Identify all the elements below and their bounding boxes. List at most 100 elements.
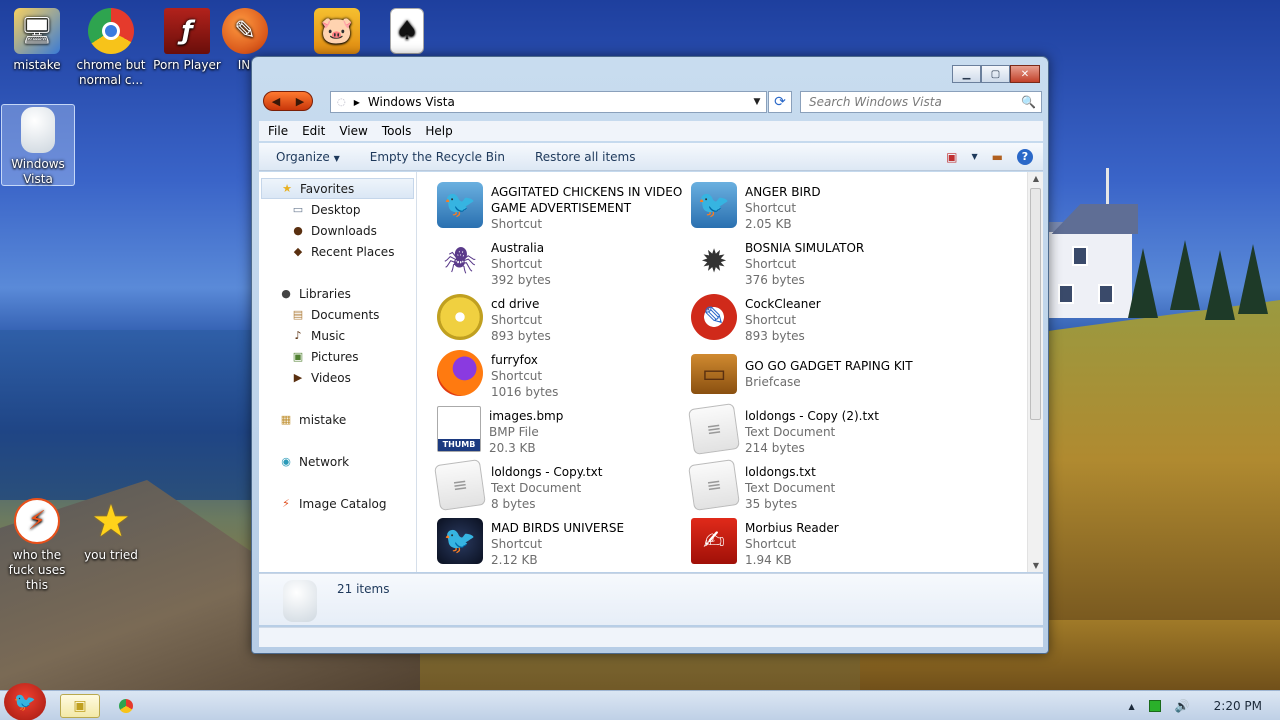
vertical-scrollbar[interactable]: ▲ ▼: [1027, 172, 1043, 572]
file-type: Shortcut: [491, 257, 543, 271]
nav-network[interactable]: ◉ Network: [259, 451, 416, 472]
taskbar: 🐦 ▣ ▲ 🔊 2:20 PM: [0, 683, 1280, 720]
list-item[interactable]: ≡ loldongs - Copy.txt Text Document 8 byte…: [434, 459, 687, 518]
refresh-button[interactable]: ⟳: [768, 91, 792, 113]
start-button[interactable]: 🐦: [4, 683, 46, 720]
breadcrumb-arrow-icon: ▶: [353, 97, 360, 107]
nav-pictures[interactable]: ▣ Pictures: [259, 346, 416, 367]
address-path: Windows Vista: [367, 95, 455, 109]
pdf-reader-icon: ✍: [691, 518, 737, 564]
menu-file[interactable]: File: [268, 124, 288, 138]
list-item[interactable]: ✎ CockCleaner Shortcut 893 bytes: [691, 294, 941, 350]
nav-videos[interactable]: ▶ Videos: [259, 367, 416, 388]
nav-buttons: ◀ ▶: [263, 91, 313, 111]
file-name: AGGITATED CHICKENS IN VIDEO GAME ADVERTI…: [491, 185, 683, 215]
show-hidden-icons-icon[interactable]: ▲: [1129, 702, 1135, 711]
menu-tools[interactable]: Tools: [382, 124, 412, 138]
file-type: Text Document: [745, 481, 836, 495]
file-name: MAD BIRDS UNIVERSE: [491, 521, 625, 535]
list-item[interactable]: 🕷 Australia Shortcut 392 bytes: [437, 238, 687, 294]
bmp-file-icon: THUMB: [437, 406, 481, 452]
menu-edit[interactable]: Edit: [302, 124, 325, 138]
list-item[interactable]: ✹ BOSNIA SIMULATOR Shortcut 376 bytes: [691, 238, 941, 294]
file-size: 1016 bytes: [491, 385, 559, 399]
scroll-up-icon[interactable]: ▲: [1028, 174, 1044, 183]
libraries-icon: ●: [281, 287, 291, 300]
nav-recent-places[interactable]: ◆ Recent Places: [259, 241, 416, 262]
desktop-icon-chrome[interactable]: chrome but normal c...: [74, 8, 148, 88]
thumb-label-icon: THUMB: [438, 439, 480, 451]
list-item[interactable]: 🐦 MAD BIRDS UNIVERSE Shortcut 2.12 KB: [437, 518, 687, 574]
firefox-icon: [437, 350, 483, 396]
restore-all-button[interactable]: Restore all items: [535, 150, 636, 164]
list-item[interactable]: THUMB images.bmp BMP File 20.3 KB: [437, 406, 687, 462]
nav-image-catalog[interactable]: ⚡ Image Catalog: [259, 493, 416, 514]
preview-pane-icon[interactable]: ▬: [992, 150, 1003, 164]
network-status-icon[interactable]: [1148, 700, 1161, 712]
taskbar-explorer[interactable]: ▣: [60, 694, 100, 718]
nav-favorites[interactable]: ★ Favorites: [261, 178, 414, 199]
chrome-icon: [119, 699, 133, 713]
desktop-icon-porn-player[interactable]: ƒ Porn Player: [150, 8, 224, 73]
list-item[interactable]: ≡ loldongs.txt Text Document 35 bytes: [688, 459, 941, 518]
angry-bird-icon: 🐦: [691, 182, 737, 228]
list-item[interactable]: 🐦 AGGITATED CHICKENS IN VIDEO GAME ADVER…: [437, 182, 687, 238]
search-box[interactable]: Search Windows Vista 🔍: [800, 91, 1042, 113]
list-item[interactable]: 🐦 ANGER BIRD Shortcut 2.05 KB: [691, 182, 941, 238]
wallpaper-house: [1048, 204, 1138, 318]
videos-icon: ▶: [293, 371, 303, 384]
file-name: GO GO GADGET RAPING KIT: [745, 359, 913, 373]
computer-folder-icon: 🖥: [14, 8, 60, 54]
desktop-icon-mistake[interactable]: 🖥 mistake: [0, 8, 74, 73]
empty-recycle-bin-button[interactable]: Empty the Recycle Bin: [370, 150, 505, 164]
file-size: 2.12 KB: [491, 553, 538, 567]
menu-help[interactable]: Help: [425, 124, 452, 138]
chrome-icon: [88, 8, 134, 54]
nav-mistake[interactable]: ▦ mistake: [259, 409, 416, 430]
menu-view[interactable]: View: [339, 124, 367, 138]
nav-desktop[interactable]: ▭ Desktop: [259, 199, 416, 220]
forward-button[interactable]: ▶: [288, 92, 312, 110]
nav-libraries[interactable]: ● Libraries: [259, 283, 416, 304]
list-item[interactable]: furryfox Shortcut 1016 bytes: [437, 350, 687, 406]
file-type: BMP File: [489, 425, 539, 439]
scroll-down-icon[interactable]: ▼: [1028, 561, 1044, 570]
status-bar: [259, 627, 1043, 647]
nav-music[interactable]: ♪ Music: [259, 325, 416, 346]
maximize-button[interactable]: ▢: [981, 65, 1010, 83]
list-item[interactable]: ▭ GO GO GADGET RAPING KIT Briefcase: [691, 350, 941, 406]
desktop-icon-you-tried[interactable]: ★ you tried: [74, 498, 148, 563]
close-button[interactable]: ✕: [1010, 65, 1040, 83]
music-icon: ♪: [294, 329, 302, 342]
organize-button[interactable]: Organize ▼: [276, 150, 340, 164]
desktop-icon-windows-vista[interactable]: Windows Vista: [1, 104, 75, 186]
list-item[interactable]: ≡ loldongs - Copy (2).txt Text Document 21…: [688, 403, 941, 462]
desktop-icon-solitaire[interactable]: ♠: [370, 8, 444, 58]
wallpaper-tree: [1205, 250, 1235, 320]
list-item[interactable]: cd drive Shortcut 893 bytes: [437, 294, 687, 350]
file-name: furryfox: [491, 353, 538, 367]
desktop-icon-pig-game[interactable]: 🐷: [300, 8, 374, 58]
star-icon: ★: [282, 182, 292, 195]
list-item[interactable]: ✍ Morbius Reader Shortcut 1.94 KB: [691, 518, 941, 574]
back-button[interactable]: ◀: [264, 92, 288, 110]
view-options-icon[interactable]: ▣: [946, 150, 957, 164]
scroll-thumb[interactable]: [1030, 188, 1041, 420]
desktop-icon-who-uses-this[interactable]: ⚡ who the fuck uses this: [0, 498, 74, 593]
image-catalog-icon: ⚡: [282, 497, 290, 510]
file-type: Shortcut: [491, 313, 543, 327]
nav-documents[interactable]: ▤ Documents: [259, 304, 416, 325]
search-input[interactable]: Search Windows Vista: [809, 95, 942, 109]
chevron-down-icon[interactable]: ▼: [748, 97, 766, 107]
chevron-down-icon[interactable]: ▼: [972, 152, 978, 161]
address-bar[interactable]: ◌ ▶ Windows Vista ▼: [330, 91, 767, 113]
taskbar-chrome[interactable]: [106, 694, 146, 718]
volume-icon[interactable]: 🔊: [1175, 699, 1190, 713]
search-icon[interactable]: 🔍: [1021, 95, 1036, 109]
card-icon: ♠: [390, 8, 424, 54]
help-icon[interactable]: ?: [1017, 148, 1033, 165]
nav-downloads[interactable]: ● Downloads: [259, 220, 416, 241]
file-size: 392 bytes: [491, 273, 551, 287]
clock[interactable]: 2:20 PM: [1214, 699, 1262, 713]
minimize-button[interactable]: ▁: [952, 65, 981, 83]
